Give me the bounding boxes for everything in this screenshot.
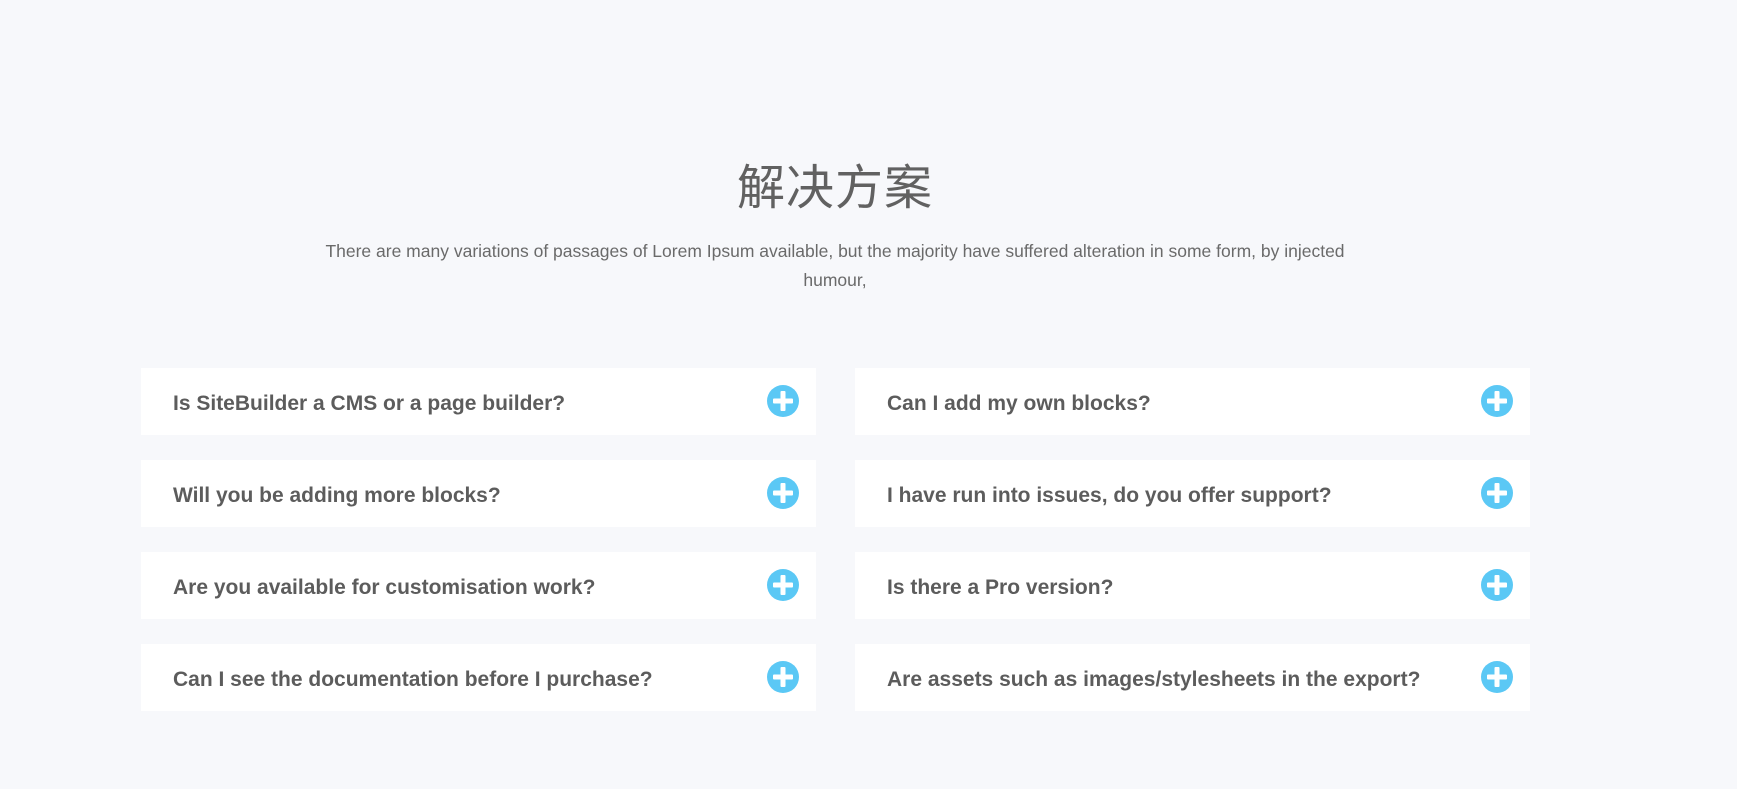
faq-question: Are assets such as images/stylesheets in… [887, 668, 1421, 691]
faq-question: I have run into issues, do you offer sup… [887, 484, 1332, 507]
plus-circle-icon[interactable] [1481, 477, 1513, 509]
faq-question: Are you available for customisation work… [173, 576, 596, 599]
plus-circle-icon[interactable] [1481, 569, 1513, 601]
faq-item[interactable]: Are you available for customisation work… [141, 552, 816, 619]
faq-item[interactable]: I have run into issues, do you offer sup… [855, 460, 1530, 527]
faq-item[interactable]: Will you be adding more blocks? [141, 460, 816, 527]
faq-item[interactable]: Can I add my own blocks? [855, 368, 1530, 435]
faq-question: Is SiteBuilder a CMS or a page builder? [173, 392, 566, 415]
section-subtitle: There are many variations of passages of… [325, 241, 1345, 290]
faq-item[interactable]: Is SiteBuilder a CMS or a page builder? [141, 368, 816, 435]
faq-item[interactable]: Is there a Pro version? [855, 552, 1530, 619]
plus-circle-icon[interactable] [1481, 385, 1513, 417]
faq-item[interactable]: Can I see the documentation before I pur… [141, 644, 816, 711]
plus-circle-icon[interactable] [767, 477, 799, 509]
plus-circle-icon[interactable] [767, 569, 799, 601]
faq-question: Will you be adding more blocks? [173, 484, 501, 507]
section-title: 解决方案 [736, 160, 933, 216]
faq-item[interactable]: Are assets such as images/stylesheets in… [855, 644, 1530, 711]
faq-question: Can I add my own blocks? [887, 392, 1151, 415]
faq-grid: Is SiteBuilder a CMS or a page builder? … [141, 368, 1530, 711]
plus-circle-icon[interactable] [1481, 661, 1513, 693]
plus-circle-icon[interactable] [767, 661, 799, 693]
faq-question: Can I see the documentation before I pur… [173, 668, 653, 691]
plus-circle-icon[interactable] [767, 385, 799, 417]
faq-section: 解决方案 There are many variations of passag… [0, 0, 1737, 789]
faq-question: Is there a Pro version? [887, 576, 1114, 599]
